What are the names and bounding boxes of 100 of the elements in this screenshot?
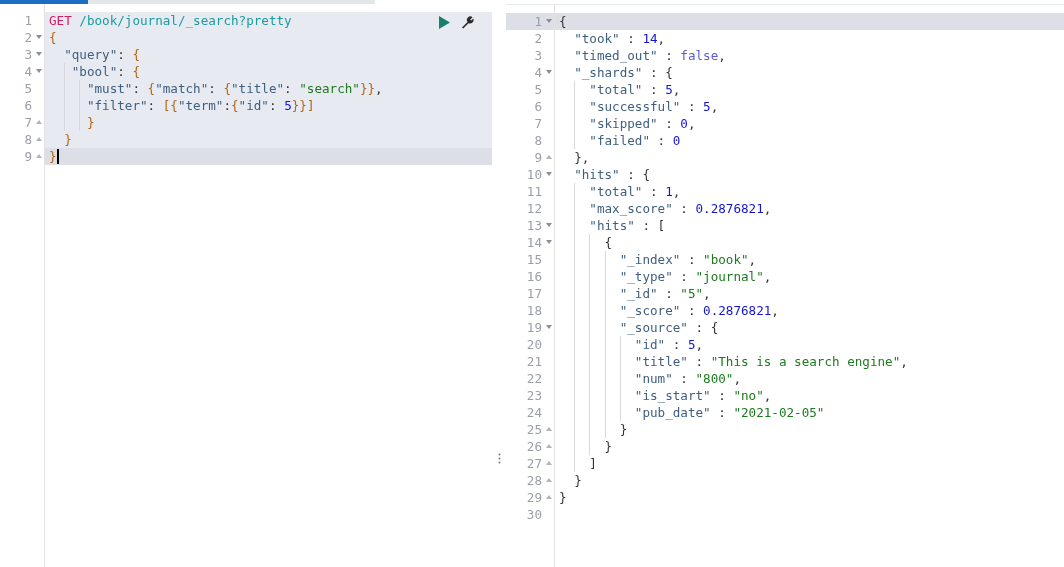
code-token: , [687,115,696,132]
line-number: 5 [534,81,542,98]
code-token: } [49,148,57,165]
code-token: { [642,166,650,183]
line-number: 6 [534,98,542,115]
code-token: "hits" [573,166,620,183]
code-token: } [603,438,613,455]
line-number: 15 [526,251,542,268]
code-token: : [208,80,217,97]
request-editor[interactable]: 1 2 3 4 5 6 7 8 9 GET /book/journal/_search?pretty { "query": { "bool": { "must": {"match": {"title": "search"}}, "filter": [{"term":{"id": 5}}] } } } [0,4,492,567]
code-token: "_type" [618,268,673,285]
code-token: , [900,353,908,370]
code-token: : [117,63,126,80]
line-number: 8 [534,132,542,149]
code-token: : [284,80,293,97]
code-token: , [718,47,726,64]
code-token: { [132,46,140,63]
code-token: : [649,64,659,81]
code-token: , [771,302,779,319]
line-number: 28 [526,472,542,489]
code-token: "5" [680,285,704,302]
code-token: { [223,80,231,97]
unfold-arrow-icon[interactable] [546,495,552,499]
wrench-icon[interactable] [461,16,474,29]
code-token: 5 [703,98,711,115]
code-token: : [656,132,667,149]
code-token: { [665,64,673,81]
resize-handle-icon[interactable] [497,452,501,464]
line-number: 9 [534,149,542,166]
code-token: "title" [633,353,688,370]
code-token: "book" [703,251,749,268]
code-token: "_score" [618,302,681,319]
line-number: 24 [526,404,542,421]
code-token: "must" [85,80,133,97]
code-token: , [672,81,681,98]
code-token: }} [359,80,376,97]
code-token: : [694,319,705,336]
code-token: , [733,370,741,387]
code-token: } [559,489,567,506]
code-token: : [268,97,278,114]
code-token: "took" [573,30,620,47]
fold-arrow-icon[interactable] [546,172,552,176]
code-token: /book/journal/_search?pretty [78,12,292,29]
code-token: { [231,97,239,114]
code-token: "match" [155,80,209,97]
fold-arrow-icon[interactable] [546,70,552,74]
code-token: [ [657,217,666,234]
code-token: "id" [238,97,269,114]
code-token: 0.2876821 [695,200,764,217]
code-token: "bool" [70,63,118,80]
code-token: } [618,421,628,438]
line-number: 20 [526,336,542,353]
code-token: }}] [291,97,315,114]
line-number: 1 [24,12,32,29]
line-number: 23 [526,387,542,404]
line-number: 13 [526,217,542,234]
code-token: false [680,47,719,64]
code-token: , [763,387,772,404]
fold-arrow-icon[interactable] [546,223,552,227]
line-number: 27 [526,455,542,472]
line-number: 29 [526,489,542,506]
code-token: , [763,268,772,285]
code-token: , [748,251,757,268]
line-number: 7 [534,115,542,132]
code-token: : [626,30,636,47]
unfold-arrow-icon[interactable] [546,155,552,159]
code-token: ] [588,455,597,472]
code-token: 5 [665,81,673,98]
code-token: "_index" [618,251,681,268]
code-token: "id" [633,336,666,353]
line-number: 2 [534,30,542,47]
code-token: } [85,114,95,131]
unfold-arrow-icon[interactable] [546,444,552,448]
code-token: } [63,131,72,148]
fold-arrow-icon[interactable] [546,240,552,244]
unfold-arrow-icon[interactable] [546,478,552,482]
code-token: GET [49,12,72,29]
code-token: "search" [299,80,360,97]
line-number: 16 [526,268,542,285]
code-token: "is_start" [633,387,711,404]
code-token: : [117,46,126,63]
line-number: 6 [24,97,32,114]
play-icon[interactable] [439,16,450,29]
code-token: 5 [687,336,696,353]
line-number: 10 [526,166,542,183]
code-token: "total" [588,81,643,98]
unfold-arrow-icon[interactable] [546,427,552,431]
fold-arrow-icon[interactable] [546,325,552,329]
line-number: 3 [24,46,32,63]
code-token: { [132,63,140,80]
code-token: "timed_out" [573,47,658,64]
line-number: 12 [526,200,542,217]
code-token: 0 [672,132,681,149]
code-token: : [664,115,674,132]
code-token: "no" [733,387,764,404]
code-token: : [686,302,697,319]
code-token: 0.2876821 [703,302,772,319]
unfold-arrow-icon[interactable] [546,461,552,465]
code-token: , [657,30,666,47]
code-token: , [375,80,383,97]
